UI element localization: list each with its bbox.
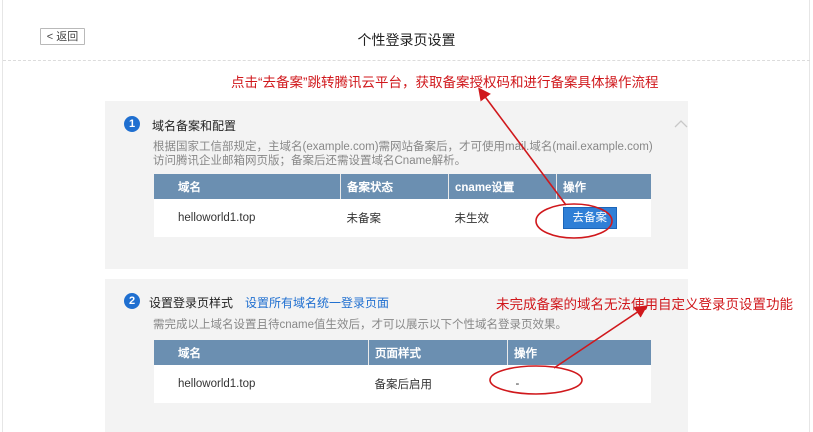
- col-header-action: 操作: [556, 174, 651, 199]
- table-header-row: 域名 备案状态 cname设置 操作: [154, 174, 651, 199]
- go-filing-button[interactable]: 去备案: [562, 207, 617, 229]
- step-2-title: 设置登录页样式: [149, 296, 234, 310]
- step-1-title: 域名备案和配置: [152, 119, 237, 133]
- cell-domain: helloworld1.top: [178, 378, 256, 390]
- page-title: 个性登录页设置: [357, 32, 456, 48]
- domain-filing-card: 1 域名备案和配置 根据国家工信部规定，主域名(example.com)需网站备…: [105, 101, 688, 269]
- table-header-row: 域名 页面样式 操作: [154, 340, 651, 365]
- table-row: helloworld1.top 备案后启用 -: [154, 365, 651, 403]
- login-style-table: 域名 页面样式 操作 helloworld1.top 备案后启用 -: [154, 340, 651, 403]
- cell-domain: helloworld1.top: [178, 212, 256, 224]
- cell-action: -: [515, 378, 520, 390]
- col-header-action: 操作: [507, 340, 651, 365]
- cell-status: 未备案: [346, 213, 382, 225]
- cell-cname: 未生效: [454, 213, 490, 225]
- col-header-domain: 域名: [154, 174, 341, 199]
- unified-login-page-link[interactable]: 设置所有域名统一登录页面: [245, 294, 389, 311]
- step-1-desc-line1: 根据国家工信部规定，主域名(example.com)需网站备案后，才可使用mai…: [153, 141, 653, 153]
- col-header-domain: 域名: [154, 340, 369, 365]
- col-header-status: 备案状态: [340, 174, 449, 199]
- step-1-badge: 1: [124, 116, 140, 132]
- annotation-right: 未完成备案的域名无法使用自定义登录页设置功能: [496, 297, 793, 312]
- header-divider: [3, 60, 810, 61]
- cell-page-style: 备案后启用: [374, 379, 433, 391]
- cell-action: 去备案: [557, 199, 652, 237]
- step-2-badge: 2: [124, 293, 140, 309]
- annotation-top: 点击“去备案”跳转腾讯云平台，获取备案授权码和进行备案具体操作流程: [231, 75, 659, 90]
- step-2-desc: 需完成以上域名设置且待cname值生效后，才可以展示以下个性域名登录页效果。: [153, 319, 568, 331]
- chevron-up-icon[interactable]: [674, 117, 688, 131]
- col-header-page-style: 页面样式: [368, 340, 508, 365]
- table-row: helloworld1.top 未备案 未生效 去备案: [154, 199, 651, 237]
- col-header-cname: cname设置: [448, 174, 557, 199]
- filing-table: 域名 备案状态 cname设置 操作 helloworld1.top 未备案 未…: [154, 174, 651, 237]
- step-1-desc-line2: 访问腾讯企业邮箱网页版；备案后还需设置域名Cname解析。: [153, 155, 467, 167]
